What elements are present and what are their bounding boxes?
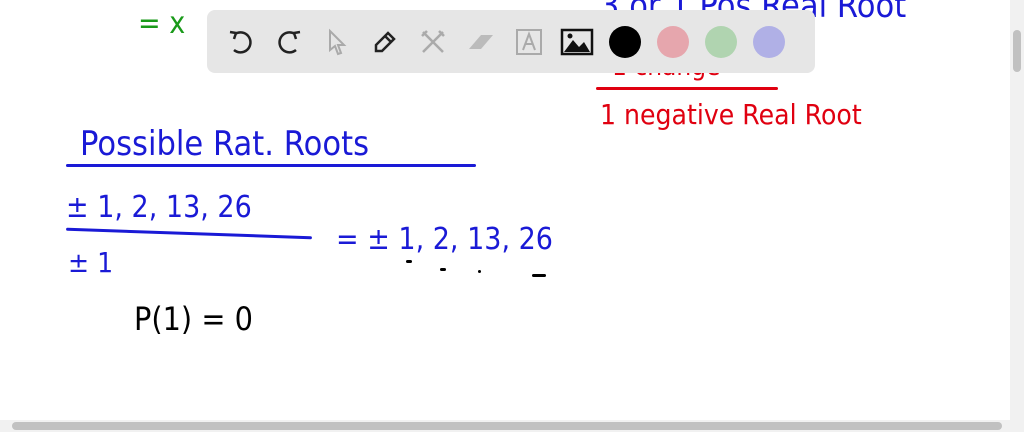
text-button[interactable] (509, 22, 549, 62)
heading-underline (66, 164, 476, 167)
negative-roots-text: 1 negative Real Root (600, 98, 862, 131)
color-black-button[interactable] (605, 22, 645, 62)
color-swatch (657, 25, 689, 58)
horizontal-scrollbar[interactable] (0, 420, 1024, 432)
vertical-scrollbar[interactable] (1010, 0, 1024, 420)
color-swatch (609, 25, 641, 58)
heading-text: Possible Rat. Roots (80, 124, 370, 164)
undo-icon (229, 30, 252, 54)
redo-icon (278, 30, 301, 54)
color-swatch (705, 25, 737, 58)
mark (406, 260, 412, 263)
color-red-button[interactable] (653, 22, 693, 62)
text-icon (516, 28, 542, 55)
vertical-scroll-thumb[interactable] (1013, 30, 1021, 72)
redo-button[interactable] (269, 22, 309, 62)
undo-button[interactable] (221, 22, 261, 62)
horizontal-scroll-thumb[interactable] (12, 422, 1002, 430)
fraction-line (66, 227, 312, 240)
eraser-icon (469, 34, 493, 49)
test-text: P(1) = 0 (134, 300, 253, 338)
color-green-button[interactable] (701, 22, 741, 62)
eraser-button[interactable] (461, 22, 501, 62)
color-blue-button[interactable] (749, 22, 789, 62)
select-button[interactable] (317, 22, 357, 62)
drawing-toolbar (207, 10, 815, 73)
numerator-text: ± 1, 2, 13, 26 (66, 190, 252, 225)
red-divider (596, 87, 778, 90)
pen-button[interactable] (365, 22, 405, 62)
select-icon (329, 28, 347, 55)
top-green-text: = x (138, 6, 186, 41)
mark (532, 274, 546, 277)
color-swatch (753, 25, 785, 58)
image-button[interactable] (557, 22, 597, 62)
tools-button[interactable] (413, 22, 453, 62)
result-text: = ± 1, 2, 13, 26 (336, 222, 553, 257)
tools-icon (421, 29, 445, 53)
mark (440, 268, 446, 271)
image-icon (560, 28, 594, 55)
denominator-text: ± 1 (68, 246, 114, 279)
pen-icon (374, 30, 396, 52)
mark (478, 270, 481, 273)
